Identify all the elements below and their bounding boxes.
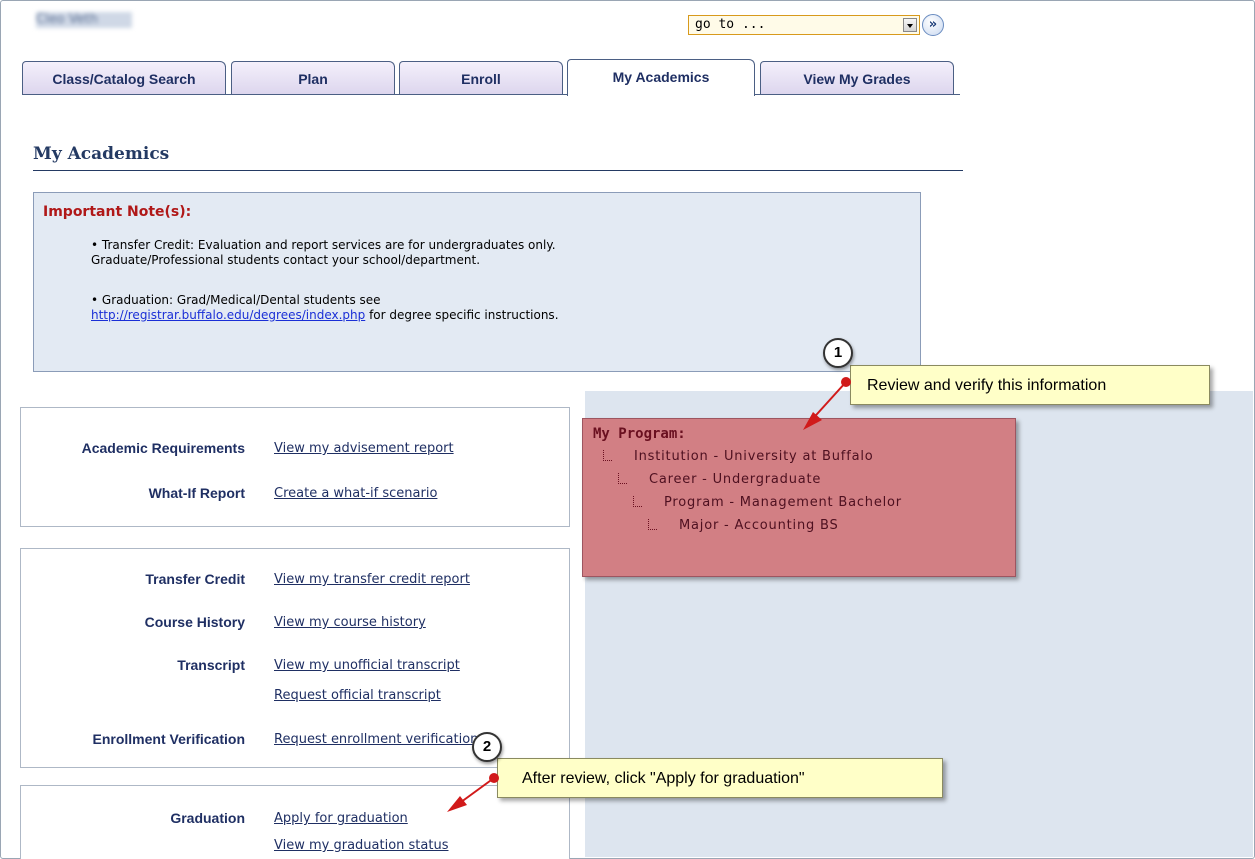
callout-arrows xyxy=(447,377,851,812)
callout-1-number-badge: 1 xyxy=(823,338,853,368)
callout-2-number-badge: 2 xyxy=(472,732,502,762)
